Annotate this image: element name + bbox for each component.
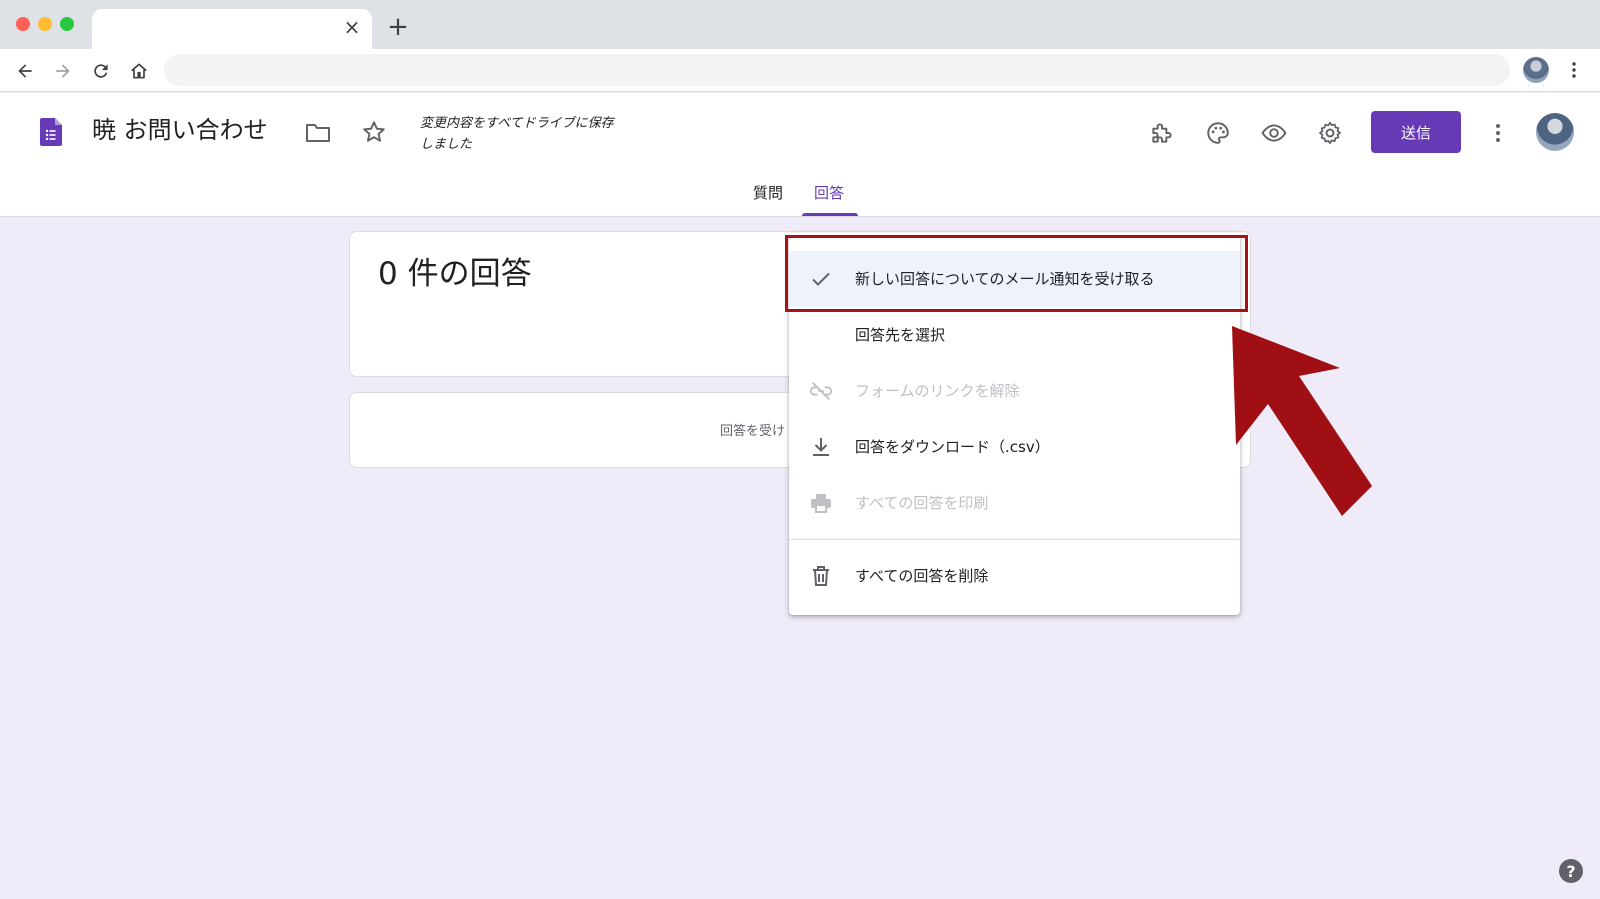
- accepting-responses-text: 回答を受け: [720, 424, 786, 439]
- trash-icon: [809, 564, 833, 588]
- minimize-window-button[interactable]: [38, 17, 52, 31]
- menu-item-unlink-form: フォームのリンクを解除: [789, 363, 1240, 419]
- menu-item-select-destination[interactable]: 回答先を選択: [789, 307, 1240, 363]
- annotation-highlight-box: [785, 235, 1248, 312]
- addon-puzzle-icon[interactable]: [1146, 117, 1178, 149]
- menu-item-label: フォームのリンクを解除: [855, 382, 1020, 400]
- form-title[interactable]: 暁 お問い合わせ: [92, 113, 268, 147]
- star-icon[interactable]: [358, 116, 390, 148]
- help-icon[interactable]: ?: [1559, 859, 1583, 883]
- tab-responses[interactable]: 回答: [814, 183, 844, 203]
- save-status-text: 変更内容をすべてドライブに保存しました: [420, 116, 614, 152]
- menu-item-delete-all[interactable]: すべての回答を削除: [789, 548, 1240, 604]
- menu-item-label: すべての回答を削除: [855, 567, 989, 585]
- reload-icon[interactable]: [88, 58, 114, 84]
- preview-eye-icon[interactable]: [1258, 117, 1290, 149]
- zoom-window-button[interactable]: [60, 17, 74, 31]
- response-count-title: 0 件の回答: [378, 256, 532, 292]
- menu-item-label: 回答をダウンロード（.csv）: [855, 438, 1050, 456]
- settings-gear-icon[interactable]: [1314, 117, 1346, 149]
- back-arrow-icon[interactable]: [12, 58, 38, 84]
- active-tab-indicator: [802, 213, 858, 216]
- download-icon: [809, 435, 833, 459]
- browser-menu-icon[interactable]: [1566, 58, 1582, 82]
- browser-profile-avatar[interactable]: [1523, 57, 1549, 83]
- forward-arrow-icon[interactable]: [50, 58, 76, 84]
- link-off-icon: [809, 379, 833, 403]
- new-tab-icon[interactable]: +: [387, 14, 409, 40]
- palette-icon[interactable]: [1202, 117, 1234, 149]
- menu-divider: [789, 539, 1240, 540]
- forms-header: 暁 お問い合わせ 変更内容をすべてドライブに保存しました 送信 質問 回答: [0, 93, 1600, 217]
- address-bar[interactable]: [164, 54, 1510, 86]
- menu-item-print-all: すべての回答を印刷: [789, 475, 1240, 531]
- tab-questions[interactable]: 質問: [753, 183, 783, 203]
- more-vert-icon[interactable]: [1482, 117, 1514, 149]
- folder-icon[interactable]: [302, 117, 334, 149]
- close-window-button[interactable]: [16, 17, 30, 31]
- browser-tab-strip: × +: [0, 0, 1600, 49]
- annotation-arrow-icon: [1232, 326, 1372, 516]
- tab-close-icon[interactable]: ×: [342, 17, 362, 37]
- menu-item-label: すべての回答を印刷: [855, 494, 989, 512]
- browser-toolbar: [0, 49, 1600, 92]
- home-icon[interactable]: [126, 58, 152, 84]
- send-button[interactable]: 送信: [1371, 111, 1461, 153]
- account-avatar[interactable]: [1536, 113, 1574, 151]
- menu-item-label: 回答先を選択: [855, 326, 946, 344]
- menu-item-download-csv[interactable]: 回答をダウンロード（.csv）: [789, 419, 1240, 475]
- forms-logo-icon[interactable]: [40, 118, 62, 146]
- browser-tab[interactable]: [92, 9, 372, 49]
- print-icon: [809, 491, 833, 515]
